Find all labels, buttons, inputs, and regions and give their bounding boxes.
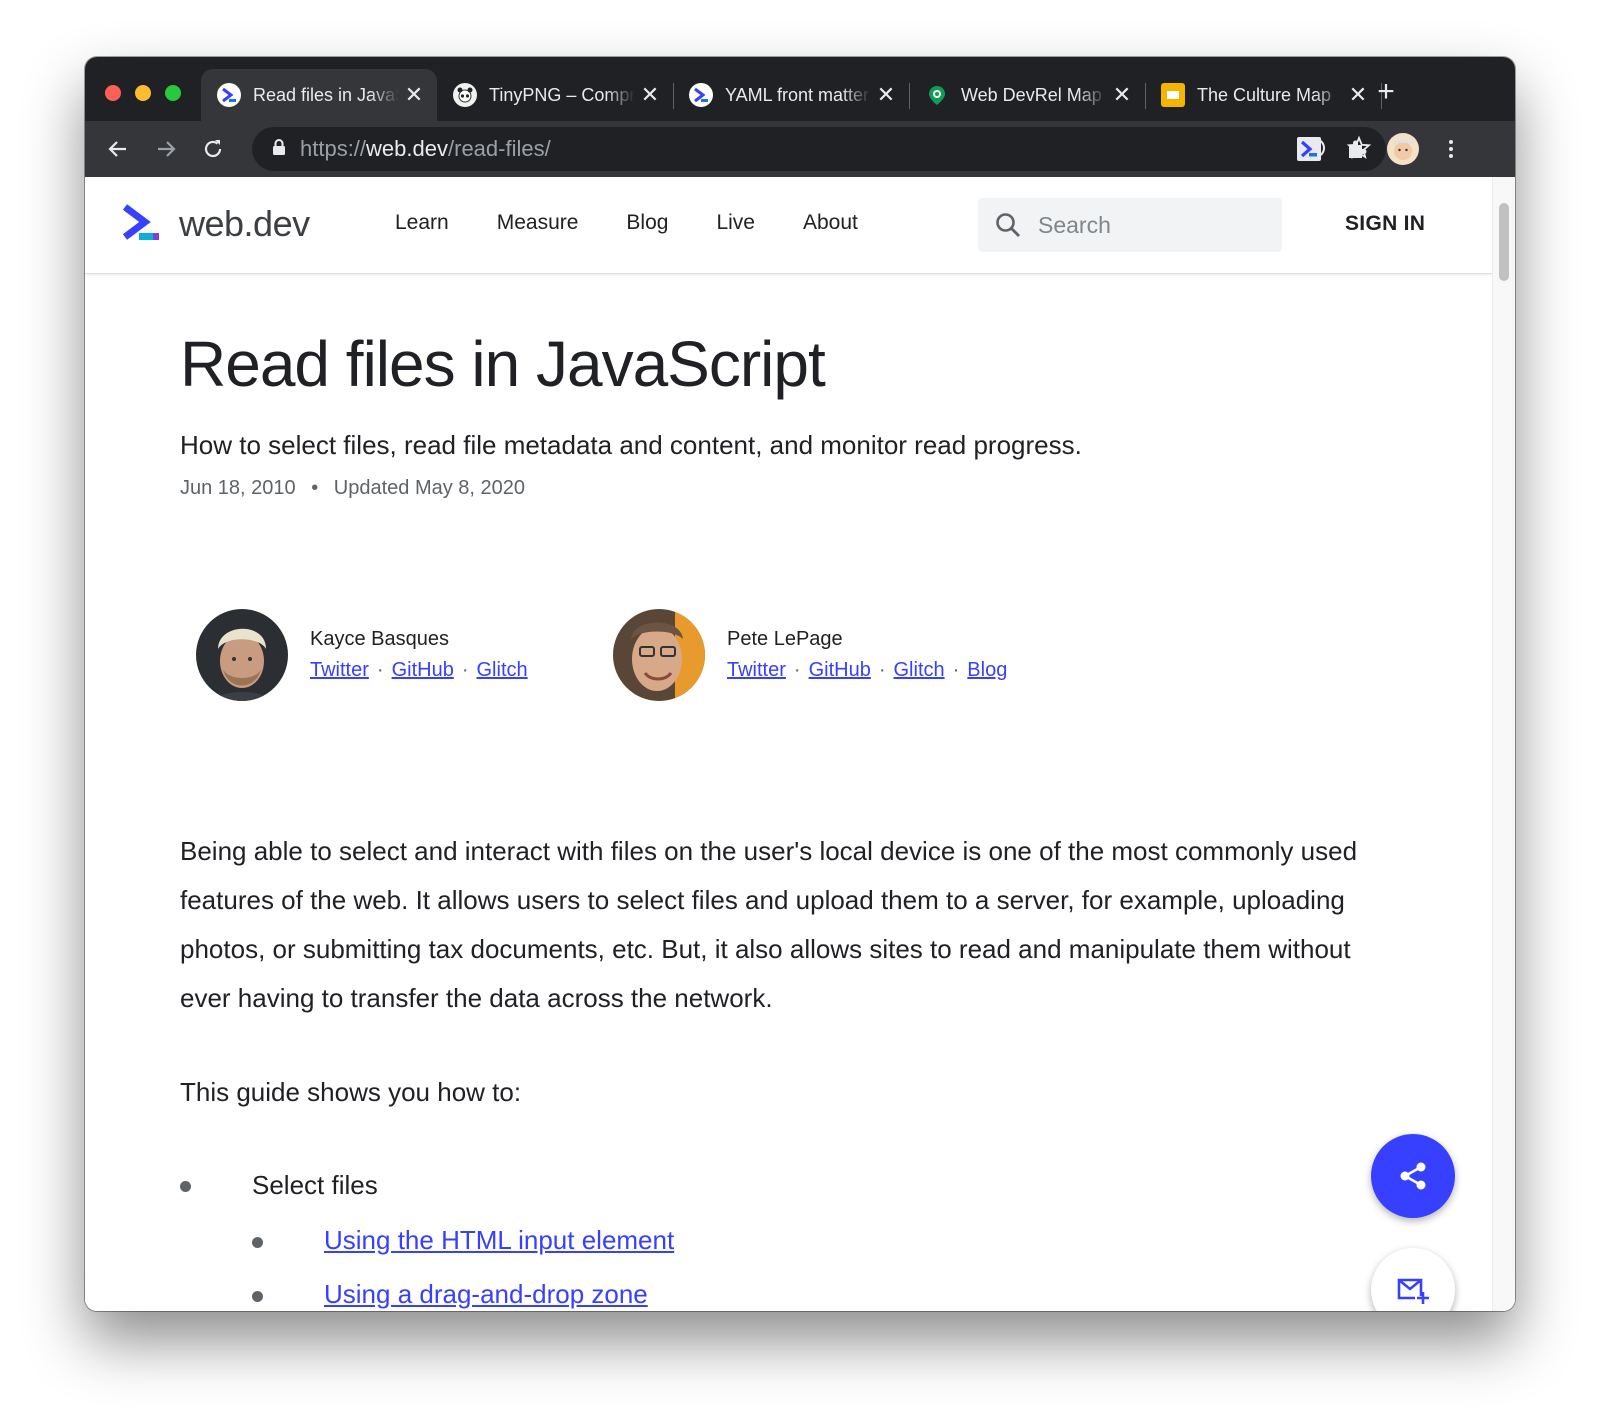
nav-measure[interactable]: Measure <box>497 211 579 235</box>
address-bar[interactable]: https://web.dev/read-files/ <box>252 127 1386 171</box>
search-icon <box>996 213 1020 237</box>
nav-live[interactable]: Live <box>716 211 755 235</box>
close-tab-icon[interactable]: ✕ <box>399 82 429 108</box>
forward-button[interactable] <box>148 131 184 167</box>
subscribe-button[interactable] <box>1371 1248 1455 1311</box>
list-item: Using a drag-and-drop zone <box>180 1267 1280 1311</box>
lock-icon <box>272 138 286 161</box>
new-tab-button[interactable]: + <box>1368 75 1404 109</box>
panda-icon <box>453 83 477 107</box>
search-placeholder: Search <box>1038 211 1111 238</box>
close-tab-icon[interactable]: ✕ <box>871 82 901 108</box>
link-html-input[interactable]: Using the HTML input element <box>324 1225 674 1255</box>
author-links: Twitter · GitHub · Glitch <box>310 659 528 682</box>
tab-strip: Read files in JavaScript ✕ TinyPNG – Com… <box>85 57 1515 121</box>
back-button[interactable] <box>100 131 136 167</box>
author-link-twitter[interactable]: Twitter <box>727 659 786 681</box>
profile-button[interactable] <box>1385 131 1421 167</box>
nav-about[interactable]: About <box>803 211 858 235</box>
sign-in-button[interactable]: SIGN IN <box>1345 212 1425 236</box>
author-link-github[interactable]: GitHub <box>392 659 454 681</box>
date-separator: • <box>311 477 319 499</box>
list-item: Using the HTML input element <box>180 1213 1280 1267</box>
share-button[interactable] <box>1371 1134 1455 1218</box>
nav-learn[interactable]: Learn <box>395 211 449 235</box>
page-scrollbar[interactable] <box>1492 177 1515 1311</box>
puzzle-icon <box>1349 140 1367 158</box>
webdev-extension-button[interactable] <box>1291 131 1327 167</box>
article-subtitle: How to select files, read file metadata … <box>180 430 1082 460</box>
zoom-window-button[interactable] <box>165 85 181 101</box>
share-icon <box>1400 1162 1426 1190</box>
mail-add-icon <box>1397 1278 1429 1304</box>
guide-list: Select files Using the HTML input elemen… <box>180 1157 1280 1311</box>
search-input[interactable]: Search <box>978 198 1282 252</box>
tab-yaml[interactable]: YAML front matter ✕ <box>673 69 910 121</box>
forward-arrow-icon <box>158 141 176 157</box>
tab-title: YAML front matter <box>725 84 870 105</box>
map-pin-icon <box>925 83 949 107</box>
close-tab-icon[interactable]: ✕ <box>1107 82 1137 108</box>
browser-window: Read files in JavaScript ✕ TinyPNG – Com… <box>85 57 1515 1311</box>
author-card: Pete LePage Twitter · GitHub · Glitch · Blog <box>613 609 1007 701</box>
list-item: Select files <box>180 1157 1280 1213</box>
avatar[interactable] <box>196 609 288 701</box>
minimize-window-button[interactable] <box>135 85 151 101</box>
webdev-icon <box>689 83 713 107</box>
browser-menu-button[interactable] <box>1433 131 1469 167</box>
author-link-glitch[interactable]: Glitch <box>894 659 945 681</box>
link-separator: · <box>793 659 801 681</box>
close-tab-icon[interactable]: ✕ <box>635 82 665 108</box>
article-title: Read files in JavaScript <box>180 328 826 400</box>
avatar[interactable] <box>613 609 705 701</box>
author-name: Pete LePage <box>727 628 843 650</box>
intro-paragraph: Being able to select and interact with f… <box>180 836 1358 1013</box>
site-header: web.dev Learn Measure Blog Live About Se… <box>85 177 1493 274</box>
nav-blog[interactable]: Blog <box>626 211 668 235</box>
slides-icon <box>1161 83 1185 107</box>
webdev-logo-icon <box>122 204 159 240</box>
browser-toolbar: https://web.dev/read-files/ <box>85 121 1515 177</box>
tab-read-files[interactable]: Read files in JavaScript ✕ <box>201 69 437 121</box>
author-link-twitter[interactable]: Twitter <box>310 659 369 681</box>
published-date: Jun 18, 2010 <box>180 477 296 499</box>
more-vertical-icon <box>1449 140 1453 158</box>
author-links: Twitter · GitHub · Glitch · Blog <box>727 659 1007 682</box>
author-card: Kayce Basques Twitter · GitHub · Glitch <box>196 609 528 701</box>
primary-nav: Learn Measure Blog Live About <box>395 211 858 235</box>
link-drag-drop[interactable]: Using a drag-and-drop zone <box>324 1279 648 1309</box>
url-text: https://web.dev/read-files/ <box>300 136 551 161</box>
logo-text: web.dev <box>179 203 310 244</box>
extensions-button[interactable] <box>1339 131 1375 167</box>
scrollbar-thumb[interactable] <box>1499 203 1509 281</box>
link-separator: · <box>461 659 469 681</box>
updated-date: Updated May 8, 2020 <box>333 477 526 499</box>
back-arrow-icon <box>108 141 126 157</box>
tab-title: Read files in JavaScript <box>253 84 399 105</box>
link-separator: · <box>878 659 886 681</box>
site-logo[interactable]: web.dev <box>121 203 310 245</box>
author-link-blog[interactable]: Blog <box>967 659 1007 681</box>
reload-icon <box>204 140 222 158</box>
article-dates: Jun 18, 2010 • Updated May 8, 2020 <box>180 477 525 500</box>
author-name: Kayce Basques <box>310 628 449 650</box>
page-viewport: web.dev Learn Measure Blog Live About Se… <box>85 177 1515 1311</box>
tab-title: The Culture Map <box>1197 84 1332 105</box>
link-separator: · <box>376 659 384 681</box>
author-link-github[interactable]: GitHub <box>809 659 871 681</box>
tab-culture-map[interactable]: The Culture Map ✕ <box>1145 69 1382 121</box>
webdev-icon <box>217 83 241 107</box>
tab-title: Web DevRel Map <box>961 84 1102 105</box>
tab-devrel-map[interactable]: Web DevRel Map ✕ <box>909 69 1146 121</box>
profile-avatar-icon <box>1387 133 1419 165</box>
reload-button[interactable] <box>195 131 231 167</box>
tab-tinypng[interactable]: TinyPNG – Compress ✕ <box>437 69 674 121</box>
guide-intro: This guide shows you how to: <box>180 1077 522 1107</box>
close-window-button[interactable] <box>105 85 121 101</box>
webdev-extension-icon <box>1297 137 1321 161</box>
author-link-glitch[interactable]: Glitch <box>477 659 528 681</box>
link-separator: · <box>952 659 960 681</box>
tab-title: TinyPNG – Compress <box>489 84 635 105</box>
